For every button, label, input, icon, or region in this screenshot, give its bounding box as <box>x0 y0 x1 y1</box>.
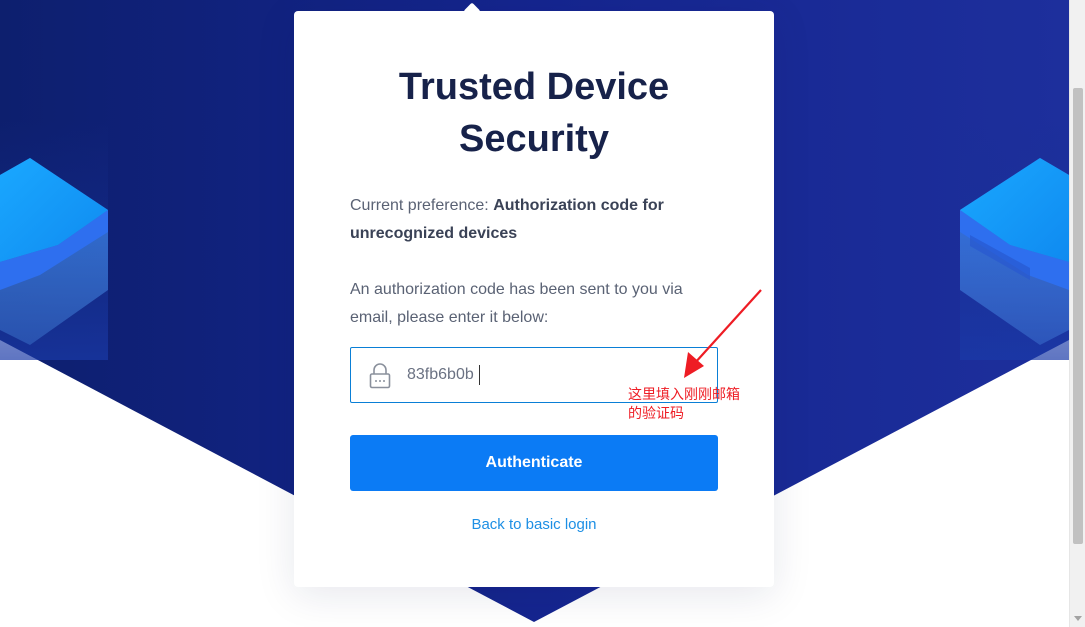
lock-icon <box>369 363 391 389</box>
page-title: Trusted Device Security <box>294 61 774 165</box>
authenticate-button[interactable]: Authenticate <box>350 435 718 491</box>
title-line-2: Security <box>459 118 609 160</box>
scroll-down-icon[interactable] <box>1074 616 1082 621</box>
instruction-message: An authorization code has been sent to y… <box>350 281 683 326</box>
annotation-note: 这里填入刚刚邮箱 的验证码 <box>628 386 758 424</box>
back-to-basic-login-link[interactable]: Back to basic login <box>294 516 774 533</box>
vertical-scrollbar[interactable] <box>1069 0 1085 627</box>
annotation-line-1: 这里填入刚刚邮箱 <box>628 387 740 403</box>
annotation-line-2: 的验证码 <box>628 406 684 422</box>
preference-prefix: Current preference: <box>350 197 494 214</box>
current-preference: Current preference: Authorization code f… <box>350 192 720 248</box>
page: Trusted Device Security Current preferen… <box>0 0 1085 627</box>
title-line-1: Trusted Device <box>398 66 670 108</box>
scrollbar-thumb[interactable] <box>1073 88 1083 544</box>
annotation-arrow-icon <box>684 289 762 378</box>
text-caret <box>479 365 480 385</box>
